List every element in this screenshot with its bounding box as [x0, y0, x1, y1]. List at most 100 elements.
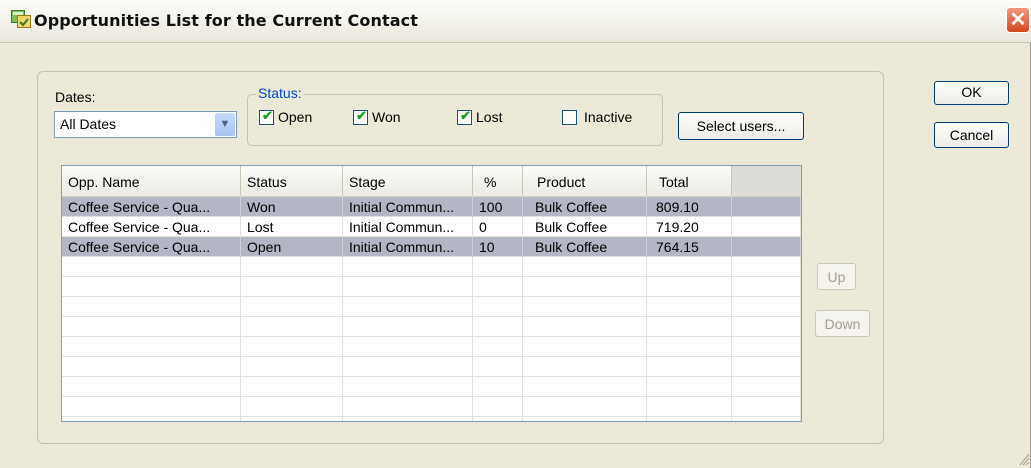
select-users-button[interactable]: Select users...	[678, 112, 804, 140]
down-button[interactable]: Down	[815, 310, 870, 337]
table-cell	[343, 297, 473, 317]
table-cell	[647, 277, 732, 297]
checkbox-box[interactable]: ✔	[457, 108, 472, 125]
checkbox-label: Won	[372, 109, 401, 125]
table-cell	[473, 377, 523, 397]
up-button[interactable]: Up	[817, 263, 856, 290]
table-cell: 764.15	[647, 237, 732, 257]
table-cell	[732, 397, 801, 417]
table-cell: Won	[241, 197, 343, 217]
check-icon: ✔	[262, 108, 273, 123]
table-row-empty[interactable]	[62, 337, 801, 357]
ok-button[interactable]: OK	[934, 81, 1009, 105]
table-cell	[241, 377, 343, 397]
table-cell: Bulk Coffee	[523, 197, 647, 217]
dates-dropdown[interactable]: All Dates ▼	[54, 111, 237, 138]
table-cell	[62, 257, 241, 277]
app-icon	[11, 10, 31, 28]
table-cell	[473, 337, 523, 357]
checkbox-box[interactable]: ✔	[259, 108, 274, 125]
table-cell	[241, 297, 343, 317]
table-cell	[647, 317, 732, 337]
table-cell	[241, 257, 343, 277]
check-icon: ✔	[460, 108, 471, 123]
table-row-empty[interactable]	[62, 317, 801, 337]
table-cell: Initial Commun...	[343, 197, 473, 217]
table-row-empty[interactable]	[62, 377, 801, 397]
opportunities-table[interactable]: Opp. Name Status Stage % Product Total C…	[61, 165, 802, 422]
table-cell: Coffee Service - Qua...	[62, 197, 241, 217]
checkbox-box[interactable]	[562, 110, 577, 125]
table-cell	[473, 277, 523, 297]
table-row-empty[interactable]	[62, 357, 801, 377]
checkbox-label: Open	[278, 109, 313, 125]
table-cell: Lost	[241, 217, 343, 237]
table-cell	[523, 417, 647, 421]
table-cell	[473, 397, 523, 417]
table-cell	[523, 317, 647, 337]
table-cell	[62, 317, 241, 337]
table-row-empty[interactable]	[62, 297, 801, 317]
table-cell	[732, 257, 801, 277]
table-row-empty[interactable]	[62, 257, 801, 277]
table-cell	[732, 197, 801, 217]
table-cell: Initial Commun...	[343, 217, 473, 237]
table-cell	[241, 317, 343, 337]
column-header-stage[interactable]: Stage	[343, 166, 473, 196]
table-cell: 10	[473, 237, 523, 257]
table-row[interactable]: Coffee Service - Qua... Won Initial Commun…	[62, 197, 801, 217]
table-cell: 719.20	[647, 217, 732, 237]
table-cell	[343, 277, 473, 297]
table-cell	[523, 257, 647, 277]
resize-grip-icon[interactable]	[1018, 452, 1030, 466]
table-cell	[523, 357, 647, 377]
table-cell	[523, 397, 647, 417]
close-button[interactable]: ✕	[1006, 7, 1030, 33]
column-header-filler	[732, 166, 801, 196]
table-cell: Open	[241, 237, 343, 257]
table-cell	[62, 417, 241, 421]
table-cell	[343, 397, 473, 417]
table-cell: Bulk Coffee	[523, 237, 647, 257]
table-cell	[343, 357, 473, 377]
table-cell	[62, 337, 241, 357]
table-row[interactable]: Coffee Service - Qua... Lost Initial Commu…	[62, 217, 801, 237]
column-header-opp-name[interactable]: Opp. Name	[62, 166, 241, 196]
table-cell	[343, 377, 473, 397]
table-cell	[473, 297, 523, 317]
title-bar[interactable]: Opportunities List for the Current Conta…	[0, 0, 1031, 43]
column-header-percent[interactable]: %	[473, 166, 523, 196]
table-cell	[473, 357, 523, 377]
status-label: Status:	[256, 85, 304, 101]
table-cell	[732, 277, 801, 297]
table-cell	[523, 337, 647, 357]
table-cell	[343, 317, 473, 337]
chevron-down-icon[interactable]: ▼	[215, 113, 235, 136]
table-cell	[732, 237, 801, 257]
table-cell	[241, 357, 343, 377]
table-cell	[523, 377, 647, 397]
table-cell	[241, 397, 343, 417]
table-cell	[473, 317, 523, 337]
column-header-product[interactable]: Product	[523, 166, 647, 196]
table-cell: Coffee Service - Qua...	[62, 217, 241, 237]
table-cell	[523, 277, 647, 297]
table-cell	[647, 377, 732, 397]
column-header-status[interactable]: Status	[241, 166, 343, 196]
table-cell	[62, 277, 241, 297]
table-row-empty[interactable]	[62, 397, 801, 417]
cancel-button[interactable]: Cancel	[934, 122, 1009, 148]
window-title: Opportunities List for the Current Conta…	[34, 11, 418, 30]
table-row-empty[interactable]	[62, 417, 801, 421]
table-cell	[343, 337, 473, 357]
table-row[interactable]: Coffee Service - Qua... Open Initial Commu…	[62, 237, 801, 257]
table-cell: Bulk Coffee	[523, 217, 647, 237]
column-header-total[interactable]: Total	[647, 166, 732, 196]
checkbox-box[interactable]: ✔	[353, 108, 368, 125]
table-cell	[732, 317, 801, 337]
table-cell	[241, 337, 343, 357]
table-cell: 0	[473, 217, 523, 237]
table-cell	[62, 357, 241, 377]
table-row-empty[interactable]	[62, 277, 801, 297]
dialog-window: Opportunities List for the Current Conta…	[0, 0, 1031, 468]
